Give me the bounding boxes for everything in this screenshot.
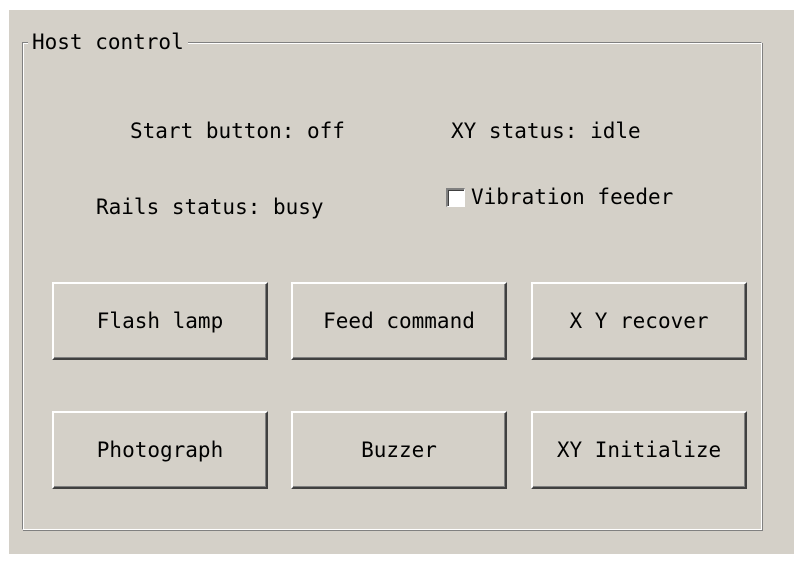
vibration-feeder-label[interactable]: Vibration feeder — [471, 185, 673, 209]
xy-recover-button[interactable]: X Y recover — [531, 282, 747, 360]
vibration-feeder-checkbox[interactable]: Vibration feeder — [446, 182, 673, 212]
buzzer-button[interactable]: Buzzer — [291, 411, 507, 489]
xy-initialize-button[interactable]: XY Initialize — [531, 411, 747, 489]
xy-status: XY status: idle — [451, 119, 641, 143]
photograph-button[interactable]: Photograph — [52, 411, 268, 489]
feed-command-button[interactable]: Feed command — [291, 282, 507, 360]
groupbox-title: Host control — [28, 30, 188, 54]
rails-status: Rails status: busy — [96, 195, 324, 219]
checkbox-box[interactable] — [446, 187, 465, 207]
flash-lamp-button[interactable]: Flash lamp — [52, 282, 268, 360]
start-button-status: Start button: off — [130, 119, 345, 143]
